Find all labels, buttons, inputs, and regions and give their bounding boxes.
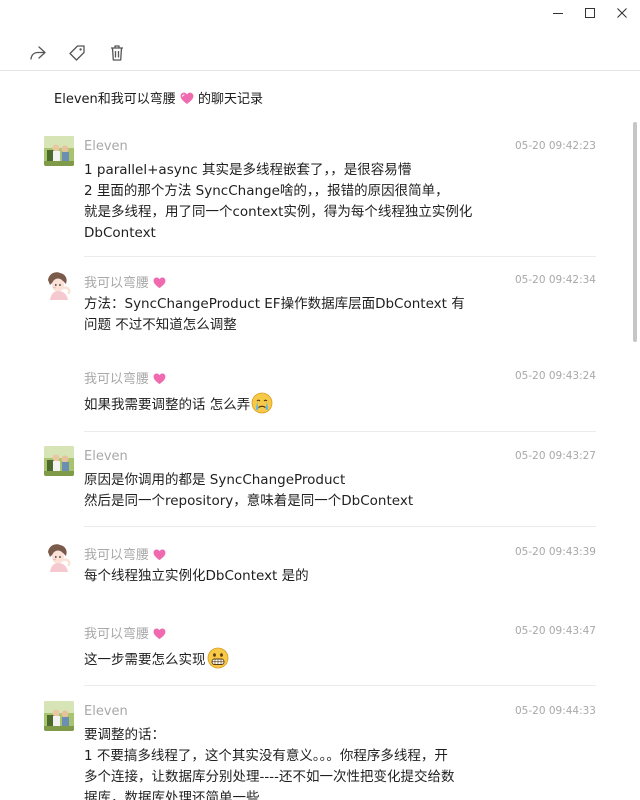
message-line: 2 里面的那个方法 SyncChange啥的，，报错的原因很简单， [84, 183, 449, 199]
trash-icon[interactable] [104, 40, 130, 66]
message-line: DbContext [84, 225, 156, 241]
pink-heart-icon [153, 277, 166, 289]
message-separator [84, 256, 596, 257]
grimacing-emoji-icon [207, 647, 228, 669]
title-suffix: 的聊天记录 [198, 92, 264, 107]
message-time: 05-20 09:42:34 [514, 274, 596, 286]
sender-name: Eleven [84, 139, 128, 154]
message-time: 05-20 09:44:33 [514, 705, 596, 717]
message-line: 然后是同一个repository，意味着是同一个DbContext [84, 493, 414, 509]
pink-heart-icon [153, 373, 166, 385]
message-separator [84, 431, 596, 432]
message-line: 这一步需要怎么实现 [84, 652, 206, 668]
message-line: 1 不要搞多线程了，这个其实没有意义。。。你程序多线程，开 [84, 748, 448, 764]
window-titlebar [0, 0, 640, 28]
avatar [44, 701, 74, 731]
close-icon[interactable] [607, 0, 637, 26]
message-time: 05-20 09:43:39 [514, 546, 596, 558]
avatar [44, 136, 74, 166]
sender-name: Eleven [84, 704, 128, 719]
message-line: 原因是你调用的都是 SyncChangeProduct [84, 472, 346, 488]
avatar [44, 270, 74, 300]
message-line: 要调整的话： [84, 727, 165, 743]
title-prefix: Eleven和我可以弯腰 [54, 92, 176, 107]
message-list[interactable]: Eleven 05-20 09:42:23 1 parallel+async 其… [0, 124, 624, 800]
sender-name: Eleven [84, 449, 128, 464]
maximize-icon[interactable] [575, 0, 605, 26]
message-line: 方法：SyncChangeProduct EF操作数据库层面DbContext … [84, 296, 465, 312]
avatar [44, 542, 74, 572]
message-text: 方法：SyncChangeProduct EF操作数据库层面DbContext … [84, 294, 494, 336]
sender-name: 我可以弯腰 [84, 623, 166, 642]
message-line: 问题 不过不知道怎么调整 [84, 317, 237, 333]
toolbar-divider [0, 70, 640, 71]
message-text: 每个线程独立实例化DbContext 是的 [84, 566, 494, 587]
message-text: 1 parallel+async 其实是多线程嵌套了，，是很容易懵 2 里面的那… [84, 160, 494, 244]
message-line: 据库，数据库处理还简单一些 [84, 790, 260, 800]
tag-icon[interactable] [64, 40, 90, 66]
pink-heart-icon [153, 549, 166, 561]
scrollbar-thumb[interactable] [633, 122, 637, 342]
sender-name: 我可以弯腰 [84, 544, 166, 563]
crying-emoji-icon [251, 392, 273, 414]
message-time: 05-20 09:43:27 [514, 450, 596, 462]
message-line: 1 parallel+async 其实是多线程嵌套了，，是很容易懵 [84, 162, 412, 178]
message-time: 05-20 09:43:24 [514, 370, 596, 382]
message-text: 如果我需要调整的话 怎么弄 [84, 392, 494, 416]
minimize-icon[interactable] [543, 0, 573, 26]
message-separator [84, 685, 596, 686]
message-time: 05-20 09:42:23 [514, 140, 596, 152]
pink-heart-icon [153, 628, 166, 640]
message-line: 每个线程独立实例化DbContext 是的 [84, 568, 309, 584]
forward-icon[interactable] [25, 40, 51, 66]
message-separator [84, 526, 596, 527]
message-text: 原因是你调用的都是 SyncChangeProduct 然后是同一个reposi… [84, 470, 494, 512]
sender-name: 我可以弯腰 [84, 272, 166, 291]
message-time: 05-20 09:43:47 [514, 625, 596, 637]
message-line: 多个连接，让数据库分别处理----还不如一次性把变化提交给数 [84, 769, 455, 785]
chat-history-title: Eleven和我可以弯腰 的聊天记录 [54, 88, 263, 107]
pink-heart-icon [180, 92, 194, 104]
message-text: 这一步需要怎么实现 [84, 647, 494, 671]
message-text: 要调整的话： 1 不要搞多线程了，这个其实没有意义。。。你程序多线程，开 多个连… [84, 725, 494, 800]
avatar [44, 446, 74, 476]
sender-name: 我可以弯腰 [84, 368, 166, 387]
message-line: 如果我需要调整的话 怎么弄 [84, 397, 251, 413]
toolbar [0, 36, 640, 70]
message-line: 就是多线程，用了同一个context实例，得为每个线程独立实例化 [84, 204, 473, 220]
